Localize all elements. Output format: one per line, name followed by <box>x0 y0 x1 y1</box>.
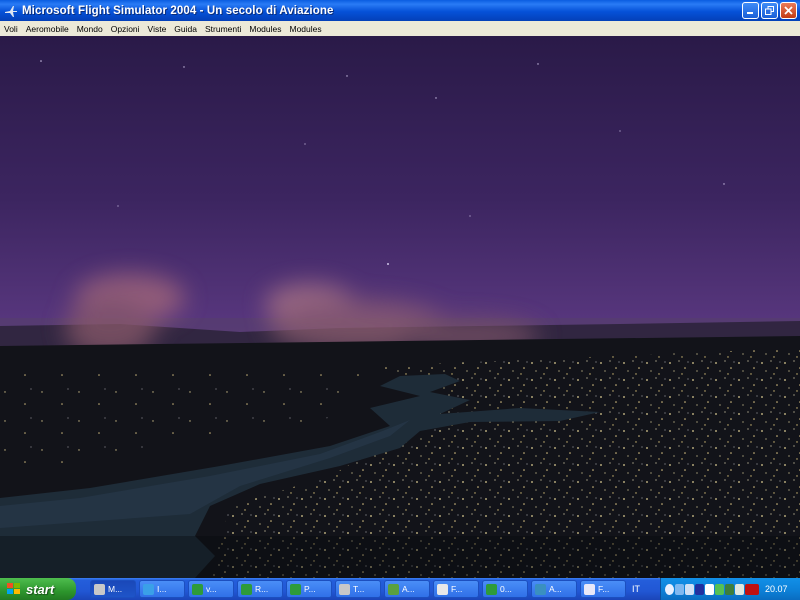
start-button[interactable]: start <box>0 578 76 600</box>
menu-guida[interactable]: Guida <box>170 24 201 34</box>
task-excel-r[interactable]: R... <box>237 580 283 598</box>
minimize-icon <box>747 12 753 14</box>
task-internet-explorer[interactable]: I... <box>139 580 185 598</box>
task-a-app[interactable]: A... <box>531 580 577 598</box>
task-flight-simulator[interactable]: M... <box>90 580 136 598</box>
app-icon <box>535 583 546 595</box>
task-a-network[interactable]: A... <box>384 580 430 598</box>
menu-mondo[interactable]: Mondo <box>73 24 107 34</box>
flight-scene-viewport[interactable] <box>0 36 800 578</box>
minimize-button[interactable] <box>742 2 759 19</box>
restore-icon <box>765 6 774 15</box>
taskbar-tasks: M... I... v... R... P... T... A... F... <box>90 580 626 598</box>
menu-bar: Voli Aeromobile Mondo Opzioni Viste Guid… <box>0 21 800 36</box>
window-title-bar[interactable]: Microsoft Flight Simulator 2004 - Un sec… <box>0 0 800 21</box>
language-indicator[interactable]: IT <box>632 584 650 594</box>
network-icon <box>388 583 399 595</box>
app-window-icon <box>437 583 448 595</box>
excel-icon <box>290 583 301 595</box>
menu-aeromobile[interactable]: Aeromobile <box>22 24 73 34</box>
task-excel-v[interactable]: v... <box>188 580 234 598</box>
excel-icon <box>486 583 497 595</box>
menu-modules-2[interactable]: Modules <box>286 24 326 34</box>
task-t[interactable]: T... <box>335 580 381 598</box>
airplane-icon <box>94 583 105 595</box>
taskbar: start M... I... v... R... P... T... A...… <box>0 578 800 600</box>
airplane-icon <box>4 4 18 18</box>
menu-viste[interactable]: Viste <box>144 24 171 34</box>
menu-voli[interactable]: Voli <box>0 24 22 34</box>
restore-button[interactable] <box>761 2 778 19</box>
battery-icon[interactable] <box>715 583 724 595</box>
clock: 20.07 <box>765 584 788 594</box>
media-player-icon[interactable] <box>705 583 714 595</box>
excel-icon <box>192 583 203 595</box>
task-excel-0[interactable]: 0... <box>482 580 528 598</box>
quick-launch-divider <box>76 578 86 600</box>
menu-opzioni[interactable]: Opzioni <box>107 24 144 34</box>
airplane-icon <box>339 583 350 595</box>
ie-icon <box>143 583 154 595</box>
task-excel-p[interactable]: P... <box>286 580 332 598</box>
system-tray: 20.07 <box>660 578 800 600</box>
shield-icon[interactable] <box>735 583 744 595</box>
window-title: Microsoft Flight Simulator 2004 - Un sec… <box>22 4 334 17</box>
menu-modules[interactable]: Modules <box>245 24 285 34</box>
document-icon <box>584 583 595 595</box>
windows-logo-icon <box>6 582 22 596</box>
start-label: start <box>26 581 55 597</box>
menu-strumenti[interactable]: Strumenti <box>201 24 245 34</box>
close-button[interactable] <box>780 2 797 19</box>
ati-icon[interactable] <box>745 583 759 595</box>
task-f-window[interactable]: F... <box>433 580 479 598</box>
night-landscape <box>0 60 800 578</box>
task-f-document[interactable]: F... <box>580 580 626 598</box>
close-icon <box>784 6 793 15</box>
excel-icon <box>241 583 252 595</box>
volume-icon[interactable] <box>695 583 704 595</box>
user-icon[interactable] <box>725 583 734 595</box>
monitor-icon[interactable] <box>685 583 694 595</box>
network-icon[interactable] <box>675 583 684 595</box>
help-icon[interactable] <box>665 583 674 595</box>
